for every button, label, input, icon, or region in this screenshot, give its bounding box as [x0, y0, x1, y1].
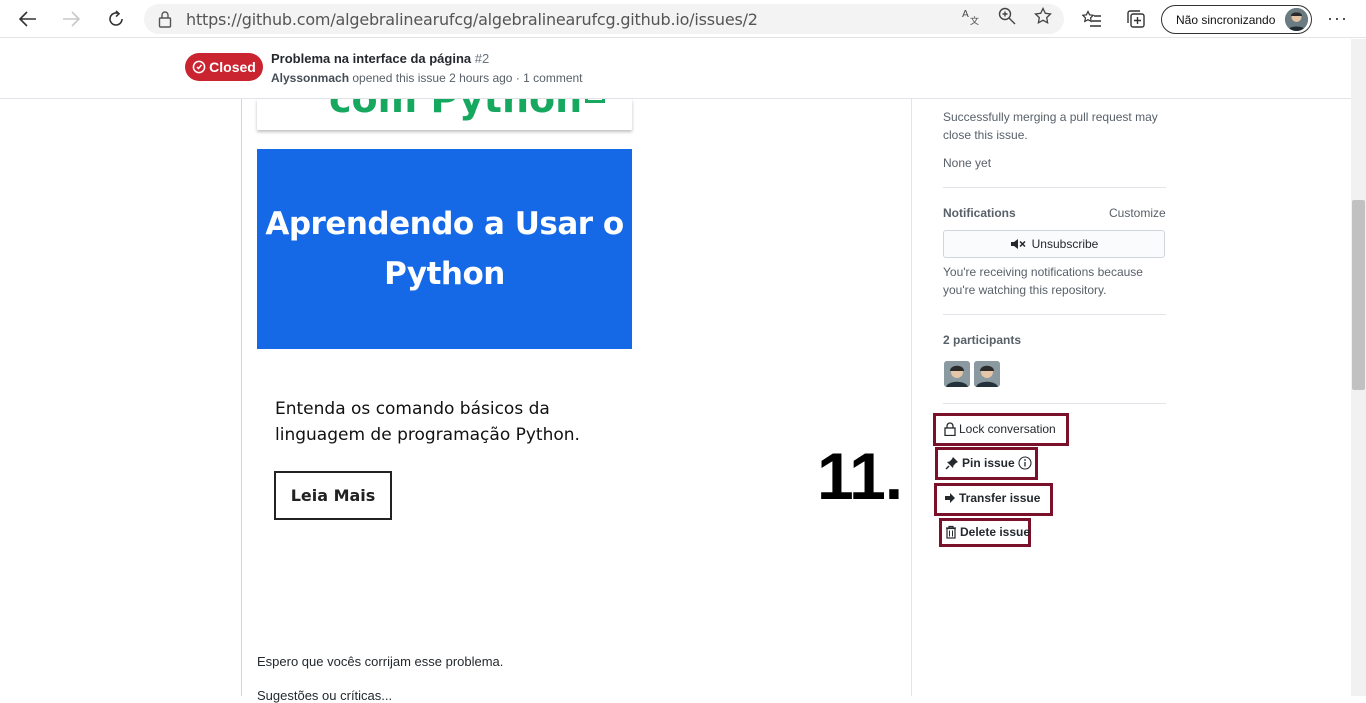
course-card-image: Aprendendo a Usar o Python: [257, 149, 632, 349]
transfer-issue-button[interactable]: Transfer issue: [944, 491, 1040, 505]
lock-conversation-label: Lock conversation: [959, 422, 1056, 436]
back-arrow-icon: [19, 11, 36, 27]
cut-card-icon: [585, 99, 605, 103]
comment-border: [241, 99, 242, 696]
step-number-label: 11.: [817, 439, 903, 513]
lock-conversation-button[interactable]: Lock conversation: [944, 422, 1056, 436]
participants-heading: 2 participants: [943, 333, 1022, 347]
delete-issue-button[interactable]: Delete issue: [945, 525, 1030, 539]
refresh-button[interactable]: [102, 5, 130, 33]
notifications-heading: Notifications: [943, 206, 1016, 220]
profile-status-label: Não sincronizando: [1176, 12, 1276, 27]
profile-avatar: [1285, 8, 1308, 31]
sidebar-separator: [943, 314, 1166, 315]
issue-sticky-header: Closed Problema na interface da página #…: [0, 39, 1351, 99]
closed-issue-icon: [192, 60, 206, 74]
issue-meta-text: opened this issue 2 hours ago · 1 commen…: [349, 71, 583, 85]
linked-pr-value: None yet: [943, 156, 992, 170]
svg-text:文: 文: [970, 15, 979, 25]
lock-icon: [158, 11, 172, 28]
arrow-right-icon: [945, 493, 955, 503]
translate-icon[interactable]: A文: [961, 6, 981, 26]
favorites-list-icon[interactable]: [1081, 8, 1103, 30]
unsubscribe-label: Unsubscribe: [1031, 237, 1099, 251]
info-icon[interactable]: [1018, 456, 1032, 470]
sidebar-separator: [943, 403, 1166, 404]
collections-icon[interactable]: [1125, 8, 1147, 30]
participant-avatar[interactable]: [974, 361, 1000, 387]
notification-reason: You're receiving notifications because y…: [943, 265, 1143, 297]
issue-meta: Alyssonmach opened this issue 2 hours ag…: [271, 71, 583, 85]
mute-icon: [1010, 239, 1026, 249]
pin-issue-label: Pin issue: [962, 456, 1015, 470]
scrollbar-thumb[interactable]: [1352, 200, 1365, 390]
sidebar-separator: [943, 187, 1166, 188]
pin-icon: [945, 457, 958, 470]
closed-status-label: Closed: [209, 59, 256, 75]
url-text: https://github.com/algebralinearufcg/alg…: [186, 9, 758, 29]
forward-button[interactable]: [57, 5, 85, 33]
pin-issue-button[interactable]: Pin issue: [945, 456, 1032, 470]
previous-card-cut: com Python: [257, 99, 632, 130]
forward-arrow-icon: [63, 11, 80, 27]
read-more-button[interactable]: Leia Mais: [274, 471, 392, 520]
transfer-issue-label: Transfer issue: [959, 491, 1041, 505]
zoom-icon[interactable]: [997, 6, 1017, 26]
comment-text: Espero que vocês corrijam esse problema.: [257, 654, 504, 669]
cut-card-title: com Python: [329, 99, 583, 121]
issue-title: Problema na interface da página #2: [271, 51, 489, 66]
lock-icon: [944, 422, 956, 436]
issue-author-link[interactable]: Alyssonmach: [271, 71, 349, 85]
participant-avatar[interactable]: [944, 361, 970, 387]
customize-link[interactable]: Customize: [1109, 206, 1166, 220]
unsubscribe-button[interactable]: Unsubscribe: [943, 230, 1165, 258]
course-card-title: Aprendendo a Usar o Python: [265, 206, 624, 292]
sidebar-divider: [911, 99, 912, 696]
favorite-star-icon[interactable]: [1033, 6, 1053, 26]
linked-pr-note: Successfully merging a pull request may …: [943, 110, 1158, 142]
delete-issue-label: Delete issue: [960, 525, 1031, 539]
browser-toolbar: https://github.com/algebralinearufcg/alg…: [0, 0, 1366, 38]
back-button[interactable]: [14, 5, 42, 33]
issue-title-text: Problema na interface da página: [271, 51, 472, 66]
trash-icon: [946, 525, 956, 539]
closed-status-badge: Closed: [185, 53, 263, 81]
more-menu-button[interactable]: ···: [1327, 8, 1348, 29]
address-bar[interactable]: https://github.com/algebralinearufcg/alg…: [144, 4, 1064, 34]
refresh-icon: [109, 10, 123, 26]
issue-number: #2: [474, 51, 490, 66]
course-description: Entenda os comando básicos da linguagem …: [275, 399, 580, 445]
svg-text:A: A: [962, 9, 969, 20]
profile-button[interactable]: Não sincronizando: [1161, 5, 1312, 34]
